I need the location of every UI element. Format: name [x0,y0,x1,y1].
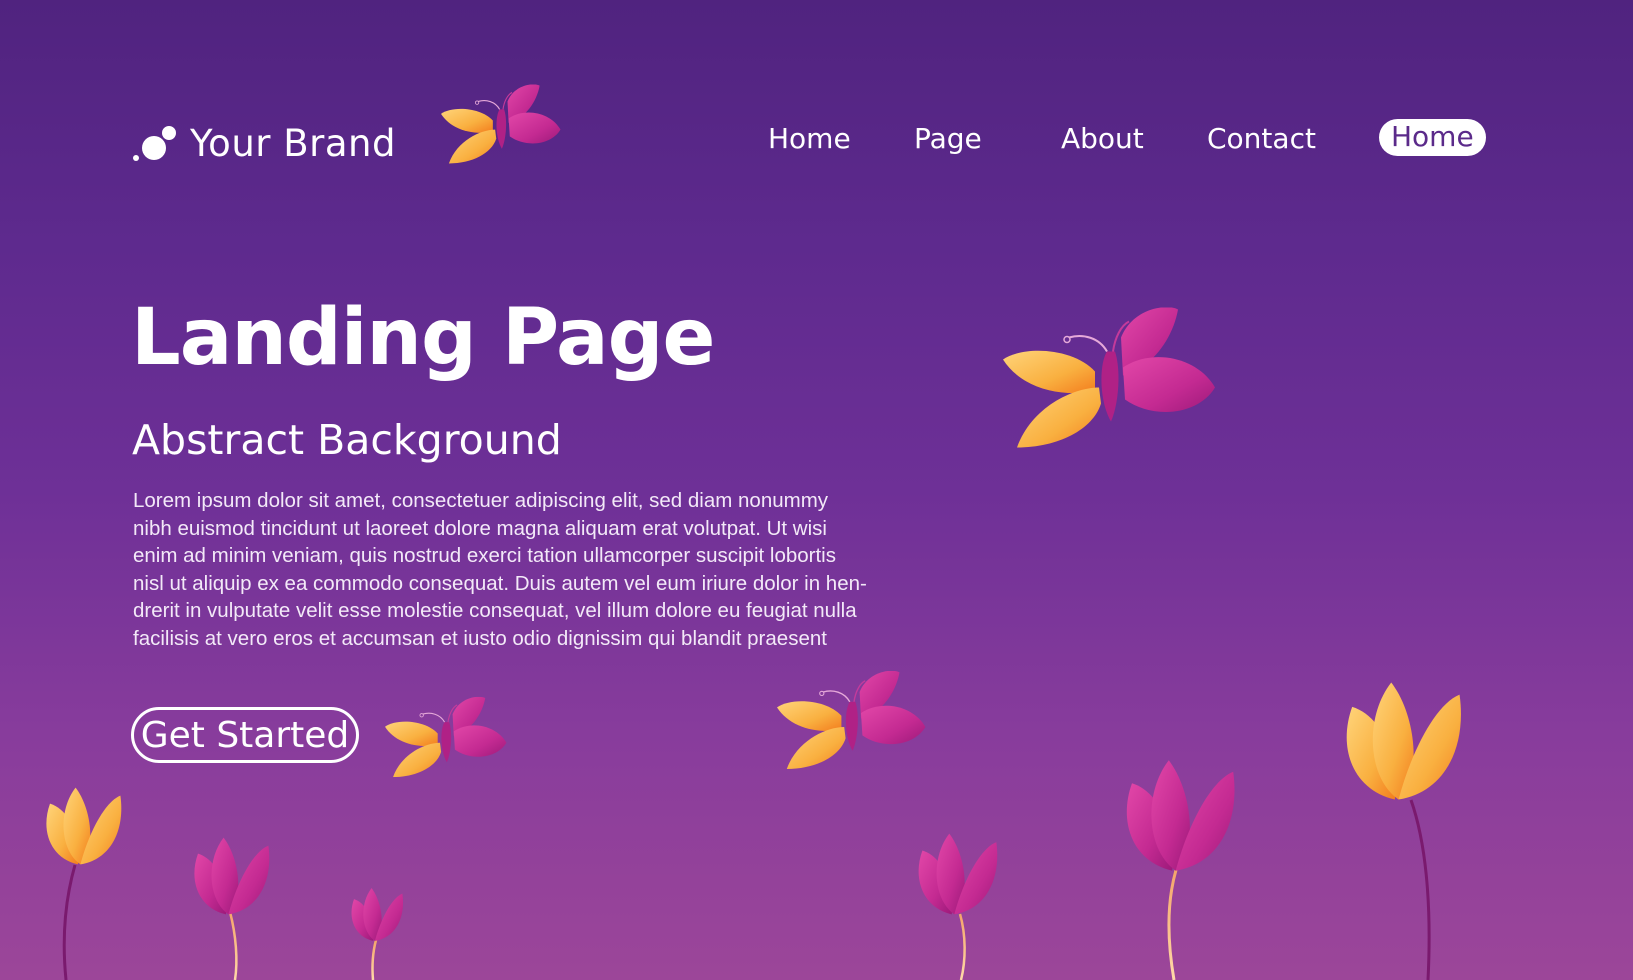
tulip-magenta-icon [1113,758,1243,873]
stem [1409,799,1431,980]
stem [1167,869,1178,980]
tulip-magenta-icon [186,836,274,916]
flower-stems [62,799,1431,980]
tulip-orange-icon [1340,680,1462,802]
tulip-orange-icon [42,785,122,867]
tulip-magenta-icon [910,832,1002,916]
stem [371,939,378,980]
stem [62,864,77,980]
tulip-magenta-icon [345,887,407,942]
stem [958,913,966,980]
stem [228,911,238,980]
